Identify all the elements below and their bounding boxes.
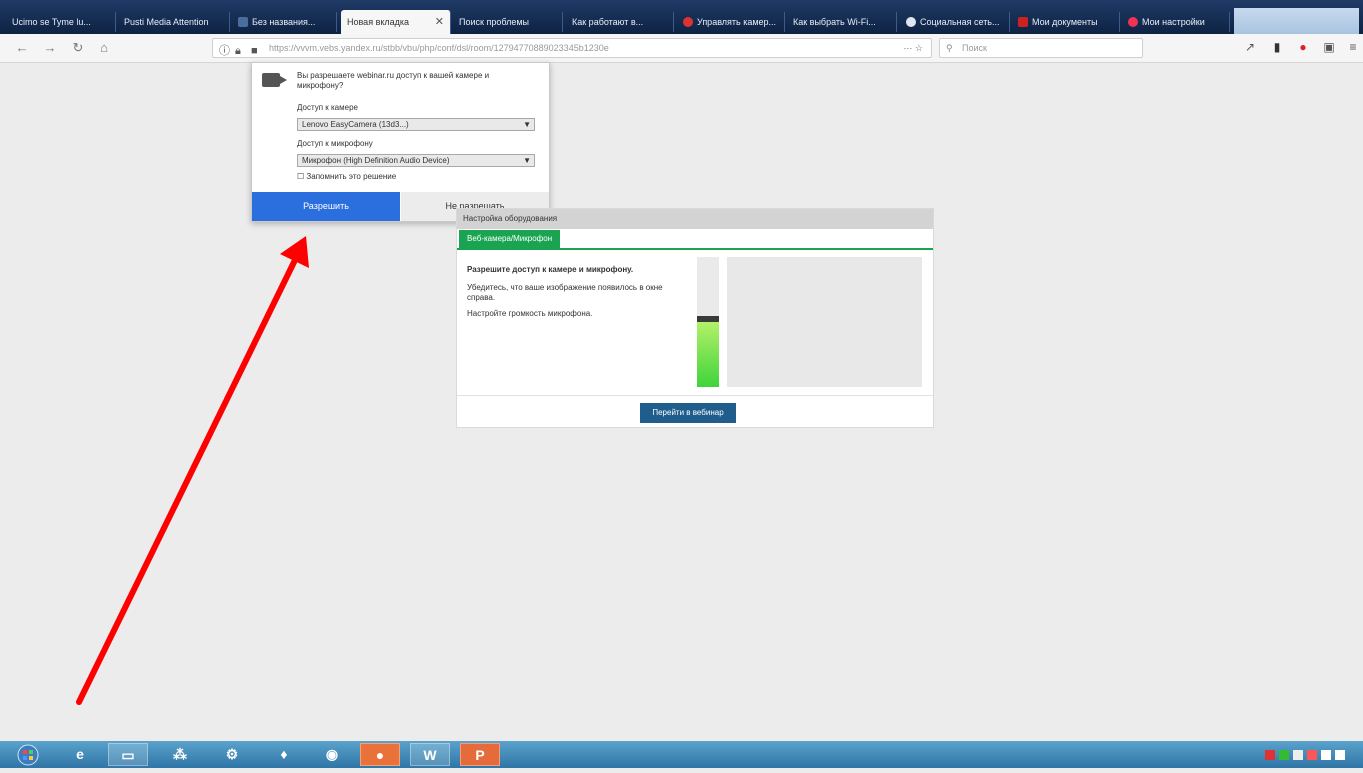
tray-icon[interactable] bbox=[1265, 749, 1275, 760]
network-app-icon[interactable]: ⁂ bbox=[160, 743, 200, 766]
red-arrow-annotation bbox=[76, 236, 309, 705]
system-tray: ​​ bbox=[1265, 745, 1355, 764]
app-icon[interactable]: ♦ bbox=[264, 743, 304, 766]
explorer-icon[interactable]: ▭ bbox=[108, 743, 148, 766]
network-icon[interactable] bbox=[1335, 749, 1345, 760]
tool-icon[interactable]: ⚙ bbox=[212, 743, 252, 766]
word-icon[interactable]: W bbox=[410, 743, 450, 766]
tray-icon[interactable] bbox=[1293, 749, 1303, 760]
tray-icon[interactable] bbox=[1307, 749, 1317, 760]
arrow-shaft bbox=[76, 255, 299, 705]
chat-icon[interactable]: ◉ bbox=[312, 743, 352, 766]
tray-icon[interactable] bbox=[1279, 749, 1289, 760]
taskbar: e ▭ ⁂ ⚙ ♦ ◉ ● W P ​​ bbox=[0, 741, 1363, 768]
ie-icon[interactable]: e bbox=[60, 743, 100, 766]
powerpoint-icon[interactable]: P bbox=[460, 743, 500, 766]
firefox-icon[interactable]: ● bbox=[360, 743, 400, 766]
start-button[interactable] bbox=[10, 743, 46, 766]
volume-icon[interactable] bbox=[1321, 749, 1331, 760]
